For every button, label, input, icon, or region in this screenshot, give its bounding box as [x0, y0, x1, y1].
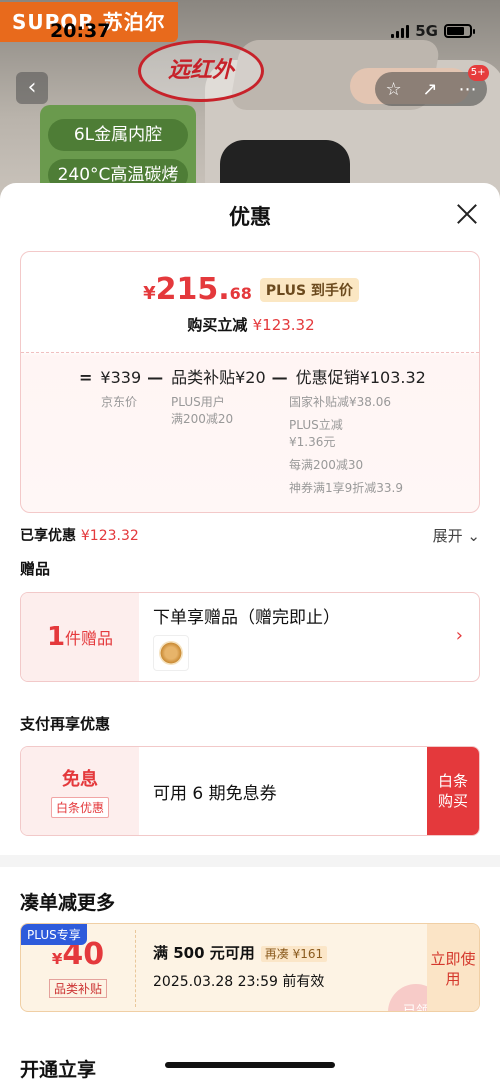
more-icon[interactable]: ⋯ 5+: [459, 64, 489, 100]
coupon-validity: 2025.03.28 23:59 前有效: [153, 974, 325, 990]
signal-icon: [391, 24, 410, 38]
status-indicators: 5G: [391, 22, 475, 40]
coupon-section-title: 凑单减更多: [20, 892, 116, 914]
interest-free-title: 免息: [62, 768, 98, 790]
gift-card[interactable]: 1 件赠品 下单享赠品（赠完即止） ›: [20, 592, 480, 682]
top-actions: ☆ ↗ ⋯ 5+: [375, 64, 489, 106]
share-icon[interactable]: ↗: [423, 79, 438, 100]
promo-item: ¥1.36元: [289, 435, 336, 449]
base-price-label: 京东价: [101, 395, 138, 409]
feature-tag: 6L金属内腔: [48, 119, 188, 151]
close-icon[interactable]: [456, 203, 478, 225]
gift-count-unit: 件赠品: [65, 629, 114, 648]
expand-button[interactable]: 展开 ⌄: [433, 525, 480, 546]
back-button[interactable]: ‹: [16, 72, 48, 104]
price-formula: = ¥339— 品类补贴¥20— 优惠促销¥103.32: [79, 368, 426, 387]
promo-item: 每满200减30: [289, 458, 364, 472]
far-infrared-logo: 远红外: [138, 40, 264, 102]
promo-details: 国家补贴减¥38.06 PLUS立减 ¥1.36元 每满200减30 神券满1享…: [289, 394, 403, 503]
subsidy-desc: PLUS用户 满200减20: [171, 395, 234, 426]
gift-section-title: 赠品: [20, 560, 51, 578]
coupon-card: ¥40 品类补贴 PLUS专享 满 500 元可用 再凑 ¥161 2025.03…: [20, 923, 480, 1012]
price-breakdown-card: ¥215.68 PLUS 到手价 购买立减 ¥123.32 = ¥339— 品类补贴…: [20, 251, 480, 513]
use-coupon-button[interactable]: 立即使用: [427, 924, 479, 1011]
pay-section-title: 支付再享优惠: [20, 715, 111, 733]
status-time: 20:37: [50, 20, 111, 42]
discount-sheet: 优惠 ¥215.68 PLUS 到手价 购买立减 ¥123.32 = ¥339— 品…: [0, 183, 500, 1081]
coupon-condition: 满 500 元可用 再凑 ¥161: [153, 942, 328, 963]
home-indicator: [165, 1062, 335, 1068]
interest-free-desc: 可用 6 期免息券: [153, 783, 277, 804]
next-section-title: 开通立享: [20, 1059, 97, 1081]
favorite-icon[interactable]: ☆: [385, 79, 401, 100]
final-price: ¥215.68: [143, 272, 252, 307]
coupon-gap: 再凑 ¥161: [260, 946, 328, 962]
battery-icon: [444, 24, 475, 38]
pay-offer-card: 免息 白条优惠 可用 6 期免息券 白条购买: [20, 746, 480, 836]
reduce-line: 购买立减 ¥123.32: [187, 316, 315, 334]
plus-exclusive-ribbon: PLUS专享: [21, 924, 87, 945]
chevron-right-icon: ›: [455, 625, 463, 646]
chevron-down-icon: ⌄: [467, 527, 480, 545]
promo-item: 国家补贴减¥38.06: [289, 395, 391, 409]
network-label: 5G: [415, 22, 438, 40]
feature-tags: 6L金属内腔 240°C高温碳烤: [40, 105, 196, 195]
promo-item: PLUS立减: [289, 418, 343, 432]
baitiao-buy-button[interactable]: 白条购买: [427, 747, 479, 835]
sheet-title: 优惠: [229, 205, 271, 229]
gift-title: 下单享赠品（赠完即止）: [153, 608, 340, 628]
gift-count: 1: [46, 622, 66, 652]
promo-item: 神券满1享9折减33.9: [289, 481, 403, 495]
message-badge: 5+: [467, 64, 489, 81]
enjoyed-discount: 已享优惠 ¥123.32: [20, 528, 139, 544]
plus-price-tag: PLUS 到手价: [259, 278, 359, 302]
baitiao-badge: 白条优惠: [50, 796, 109, 818]
gift-thumbnail: [153, 635, 189, 671]
coupon-type-tag: 品类补贴: [48, 979, 107, 998]
